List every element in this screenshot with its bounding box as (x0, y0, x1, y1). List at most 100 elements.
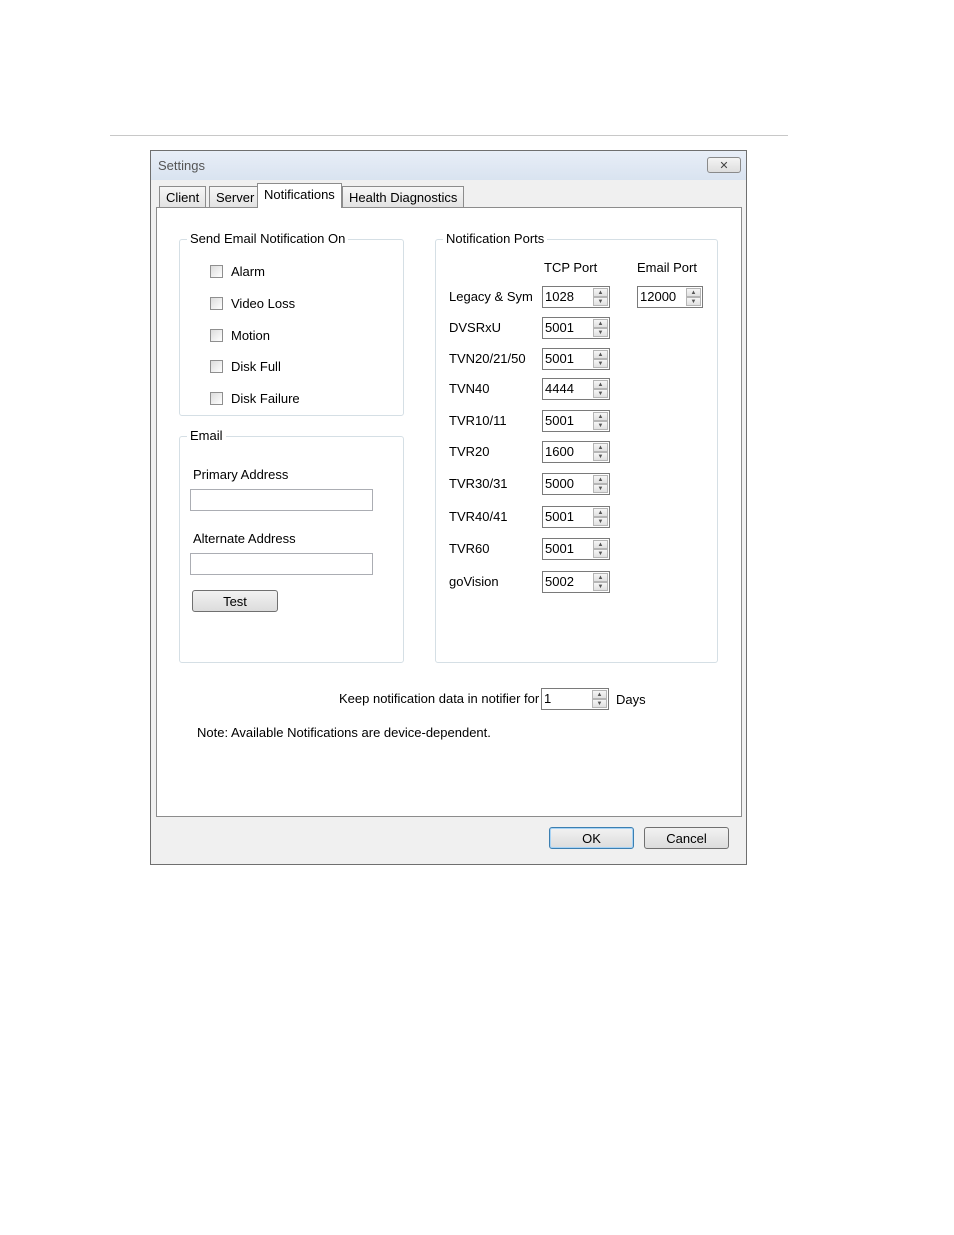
cancel-button[interactable]: Cancel (644, 827, 729, 849)
spin-up-icon[interactable]: ▲ (593, 319, 608, 328)
tcp-port-spinner[interactable]: 5001 ▲ ▼ (542, 348, 610, 370)
spin-up-icon[interactable]: ▲ (593, 508, 608, 517)
tcp-port-header: TCP Port (544, 260, 598, 275)
tab-client[interactable]: Client (159, 186, 207, 208)
spin-up-icon[interactable]: ▲ (593, 350, 608, 359)
spin-down-icon[interactable]: ▼ (592, 699, 607, 708)
spin-up-icon[interactable]: ▲ (593, 412, 608, 421)
window-title: Settings (158, 158, 205, 173)
spin-up-icon[interactable]: ▲ (593, 380, 608, 389)
video-loss-checkbox[interactable] (210, 297, 223, 310)
spin-up-icon[interactable]: ▲ (686, 288, 701, 297)
alarm-checkbox[interactable] (210, 265, 223, 278)
port-value[interactable]: 12000 (640, 289, 676, 304)
email-group: Email Primary Address Alternate Address … (179, 428, 404, 663)
disk-full-label: Disk Full (231, 359, 281, 374)
spin-down-icon[interactable]: ▼ (593, 582, 608, 591)
spin-up-icon[interactable]: ▲ (593, 288, 608, 297)
port-value[interactable]: 5001 (545, 351, 574, 366)
spin-down-icon[interactable]: ▼ (593, 359, 608, 368)
alarm-checkbox-row[interactable]: Alarm (210, 264, 265, 279)
port-value[interactable]: 5000 (545, 476, 574, 491)
spin-up-icon[interactable]: ▲ (593, 540, 608, 549)
email-port-spinner[interactable]: 12000 ▲ ▼ (637, 286, 703, 308)
tcp-port-spinner[interactable]: 5001 ▲ ▼ (542, 506, 610, 528)
spin-up-icon[interactable]: ▲ (593, 443, 608, 452)
disk-failure-label: Disk Failure (231, 391, 300, 406)
port-device-label: TVN20/21/50 (449, 351, 526, 366)
port-value[interactable]: 5002 (545, 574, 574, 589)
close-icon: ✕ (719, 159, 729, 172)
test-button[interactable]: Test (192, 590, 278, 612)
disk-failure-checkbox[interactable] (210, 392, 223, 405)
spin-down-icon[interactable]: ▼ (593, 389, 608, 398)
port-device-label: goVision (449, 574, 499, 589)
tcp-port-spinner[interactable]: 1600 ▲ ▼ (542, 441, 610, 463)
spin-down-icon[interactable]: ▼ (593, 328, 608, 337)
port-value[interactable]: 4444 (545, 381, 574, 396)
spin-up-icon[interactable]: ▲ (593, 475, 608, 484)
spin-down-icon[interactable]: ▼ (593, 421, 608, 430)
send-email-legend: Send Email Notification On (187, 231, 349, 246)
port-value[interactable]: 1028 (545, 289, 574, 304)
port-device-label: TVR10/11 (449, 413, 507, 428)
tcp-port-spinner[interactable]: 4444 ▲ ▼ (542, 378, 610, 400)
keep-days-spinner[interactable]: 1 ▲ ▼ (541, 688, 609, 710)
send-email-group: Send Email Notification On Alarm Video L… (179, 231, 404, 416)
tcp-port-spinner[interactable]: 5001 ▲ ▼ (542, 410, 610, 432)
settings-dialog: Settings ✕ Client Server Notifications H… (150, 150, 747, 865)
tcp-port-spinner[interactable]: 5001 ▲ ▼ (542, 317, 610, 339)
tcp-port-spinner[interactable]: 1028 ▲ ▼ (542, 286, 610, 308)
port-value[interactable]: 5001 (545, 509, 574, 524)
port-device-label: TVN40 (449, 381, 490, 396)
notification-ports-legend: Notification Ports (443, 231, 548, 246)
tab-server[interactable]: Server (209, 186, 262, 208)
motion-checkbox[interactable] (210, 329, 223, 342)
spin-down-icon[interactable]: ▼ (593, 452, 608, 461)
port-value[interactable]: 5001 (545, 541, 574, 556)
port-value[interactable]: 5001 (545, 413, 574, 428)
spin-down-icon[interactable]: ▼ (686, 297, 701, 306)
email-legend: Email (187, 428, 226, 443)
spin-down-icon[interactable]: ▼ (593, 297, 608, 306)
note-text: Note: Available Notifications are device… (197, 725, 491, 740)
email-port-header: Email Port (637, 260, 697, 275)
video-loss-checkbox-row[interactable]: Video Loss (210, 296, 295, 311)
port-device-label: Legacy & Sym (449, 289, 533, 304)
port-value[interactable]: 5001 (545, 320, 574, 335)
tcp-port-spinner[interactable]: 5002 ▲ ▼ (542, 571, 610, 593)
keep-days-value[interactable]: 1 (544, 691, 551, 706)
spin-down-icon[interactable]: ▼ (593, 549, 608, 558)
page-divider (110, 135, 788, 136)
tab-notifications[interactable]: Notifications (257, 183, 342, 208)
spin-down-icon[interactable]: ▼ (593, 484, 608, 493)
motion-label: Motion (231, 328, 271, 343)
tcp-port-spinner[interactable]: 5001 ▲ ▼ (542, 538, 610, 560)
primary-address-field[interactable] (190, 489, 373, 511)
alarm-label: Alarm (231, 264, 265, 279)
notification-ports-group: Notification Ports TCP Port Email Port L… (435, 231, 718, 663)
port-device-label: DVSRxU (449, 320, 502, 335)
close-button[interactable]: ✕ (707, 157, 741, 173)
disk-full-checkbox-row[interactable]: Disk Full (210, 359, 281, 374)
spin-down-icon[interactable]: ▼ (593, 517, 608, 526)
disk-full-checkbox[interactable] (210, 360, 223, 373)
spin-up-icon[interactable]: ▲ (592, 690, 607, 699)
days-label: Days (616, 692, 646, 707)
spin-up-icon[interactable]: ▲ (593, 573, 608, 582)
tcp-port-spinner[interactable]: 5000 ▲ ▼ (542, 473, 610, 495)
disk-failure-checkbox-row[interactable]: Disk Failure (210, 391, 300, 406)
motion-checkbox-row[interactable]: Motion (210, 328, 270, 343)
port-device-label: TVR30/31 (449, 476, 508, 491)
alternate-address-field[interactable] (190, 553, 373, 575)
alternate-address-label: Alternate Address (193, 531, 296, 546)
notifications-panel: Send Email Notification On Alarm Video L… (156, 207, 742, 817)
ok-button[interactable]: OK (549, 827, 634, 849)
keep-label: Keep notification data in notifier for (339, 691, 540, 706)
primary-address-label: Primary Address (193, 467, 289, 482)
port-value[interactable]: 1600 (545, 444, 574, 459)
port-device-label: TVR60 (449, 541, 490, 556)
port-device-label: TVR20 (449, 444, 490, 459)
video-loss-label: Video Loss (231, 296, 296, 311)
tab-health-diagnostics[interactable]: Health Diagnostics (342, 186, 465, 208)
